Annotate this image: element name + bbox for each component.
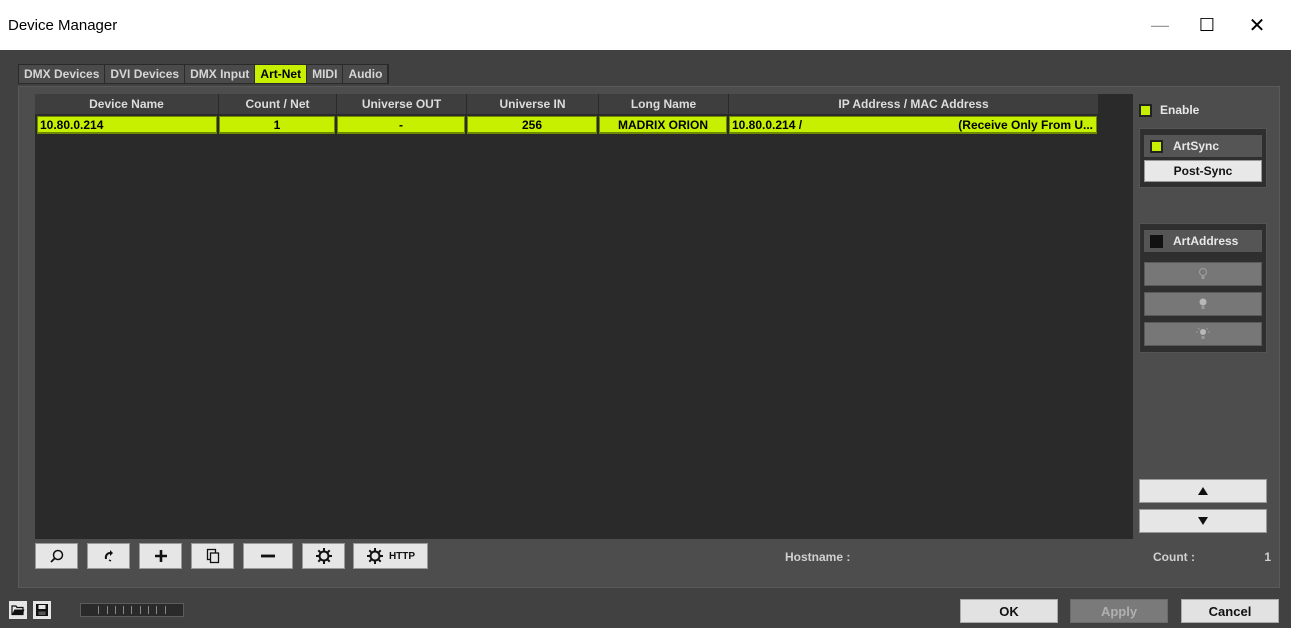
maximize-button[interactable]: ☐ <box>1187 10 1227 40</box>
window-title: Device Manager <box>8 17 118 34</box>
save-icon <box>36 604 48 616</box>
remove-device-button[interactable] <box>243 543 293 569</box>
lamp-on-button[interactable] <box>1144 292 1262 316</box>
tab-bar: DMX Devices DVI Devices DMX Input Art-Ne… <box>18 64 390 84</box>
artaddress-group: ArtAddress <box>1139 223 1267 353</box>
cell-ip-mac[interactable]: 10.80.0.214 / (Receive Only From U... <box>729 116 1097 134</box>
column-header-universe-in[interactable]: Universe IN <box>467 94 599 115</box>
zoom-slider[interactable] <box>80 603 184 617</box>
tab-dvi-devices[interactable]: DVI Devices <box>105 65 186 83</box>
lamp-off-icon <box>1198 267 1208 279</box>
count-value: 1 <box>1264 550 1271 564</box>
artsync-label: ArtSync <box>1173 139 1220 153</box>
apply-button[interactable]: Apply <box>1070 599 1168 623</box>
column-header-universe-out[interactable]: Universe OUT <box>337 94 467 115</box>
count-label: Count : <box>1153 550 1195 564</box>
column-header-device-name[interactable]: Device Name <box>35 94 219 115</box>
save-file-button[interactable] <box>33 601 51 619</box>
device-table[interactable]: Device Name Count / Net Universe OUT Uni… <box>35 94 1133 539</box>
lamp-off-button[interactable] <box>1144 262 1262 286</box>
minimize-button[interactable]: — <box>1140 10 1180 40</box>
refresh-icon <box>104 550 113 562</box>
post-sync-button[interactable]: Post-Sync <box>1144 160 1262 182</box>
close-button[interactable]: ✕ <box>1237 10 1277 40</box>
move-up-button[interactable] <box>1139 479 1267 503</box>
enable-label: Enable <box>1160 103 1200 117</box>
arrow-down-icon <box>1198 517 1208 525</box>
table-header: Device Name Count / Net Universe OUT Uni… <box>35 94 1099 115</box>
lamp-flash-button[interactable] <box>1144 322 1262 346</box>
move-down-button[interactable] <box>1139 509 1267 533</box>
cell-count-net[interactable]: 1 <box>219 116 335 134</box>
artsync-toggle[interactable]: ArtSync <box>1144 135 1262 157</box>
cell-universe-out[interactable]: - <box>337 116 465 134</box>
configure-device-button[interactable] <box>302 543 345 569</box>
search-icon <box>49 549 63 563</box>
device-count: Count : 1 <box>1153 550 1271 564</box>
open-file-button[interactable] <box>9 601 27 619</box>
hostname-label: Hostname : <box>785 550 851 564</box>
cell-universe-in[interactable]: 256 <box>467 116 597 134</box>
column-header-count-net[interactable]: Count / Net <box>219 94 337 115</box>
artaddress-checkbox[interactable] <box>1150 234 1163 248</box>
tab-art-net[interactable]: Art-Net <box>255 65 308 83</box>
plus-icon <box>154 550 167 562</box>
folder-open-icon <box>11 605 25 616</box>
ip-address: 10.80.0.214 / <box>732 117 803 132</box>
art-net-panel: Device Name Count / Net Universe OUT Uni… <box>18 86 1280 588</box>
enable-checkbox[interactable] <box>1139 103 1152 117</box>
settings-icon <box>315 548 332 564</box>
ok-button[interactable]: OK <box>960 599 1058 623</box>
minus-icon <box>261 554 275 558</box>
refresh-button[interactable] <box>87 543 130 569</box>
http-settings-icon <box>366 548 383 564</box>
copy-icon <box>206 548 219 564</box>
mac-note: (Receive Only From U... <box>958 117 1093 132</box>
http-label: HTTP <box>388 550 416 562</box>
tab-midi[interactable]: MIDI <box>307 65 344 83</box>
artsync-checkbox[interactable] <box>1150 139 1163 153</box>
tab-dmx-input[interactable]: DMX Input <box>185 65 256 83</box>
lamp-on-icon <box>1199 298 1207 309</box>
artaddress-label: ArtAddress <box>1173 234 1239 248</box>
enable-toggle[interactable]: Enable <box>1139 103 1199 117</box>
arrow-up-icon <box>1198 487 1208 495</box>
title-bar: Device Manager — ☐ ✕ <box>0 0 1291 50</box>
column-header-long-name[interactable]: Long Name <box>599 94 729 115</box>
tab-audio[interactable]: Audio <box>343 65 389 83</box>
table-row[interactable]: 10.80.0.214 1 - 256 MADRIX ORION 10.80.0… <box>37 116 1099 134</box>
window-body: DMX Devices DVI Devices DMX Input Art-Ne… <box>0 50 1291 628</box>
copy-device-button[interactable] <box>191 543 234 569</box>
add-device-button[interactable] <box>139 543 182 569</box>
tab-dmx-devices[interactable]: DMX Devices <box>19 65 106 83</box>
cancel-button[interactable]: Cancel <box>1181 599 1279 623</box>
artaddress-toggle[interactable]: ArtAddress <box>1144 230 1262 252</box>
column-header-ip-mac[interactable]: IP Address / MAC Address <box>729 94 1099 115</box>
cell-long-name[interactable]: MADRIX ORION <box>599 116 727 134</box>
http-config-button[interactable]: HTTP <box>353 543 428 569</box>
cell-device-name[interactable]: 10.80.0.214 <box>37 116 217 134</box>
lamp-flash-icon <box>1196 327 1210 339</box>
search-button[interactable] <box>35 543 78 569</box>
device-manager-window: Device Manager — ☐ ✕ DMX Devices DVI Dev… <box>0 0 1291 628</box>
artsync-group: ArtSync Post-Sync <box>1139 128 1267 188</box>
